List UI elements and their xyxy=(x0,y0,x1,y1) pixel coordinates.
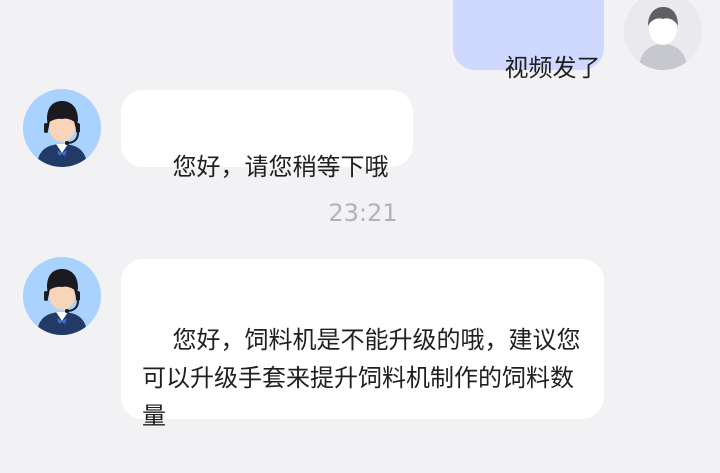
agent-avatar-icon[interactable] xyxy=(23,257,101,335)
message-text: 您好，请您稍等下哦 xyxy=(172,153,389,181)
message-timestamp: 23:21 xyxy=(328,199,398,227)
chat-area: 视频发了 您好，请您稍等下哦 23:21 您好，饲料机是不能升级的哦，建议您可以… xyxy=(0,0,720,430)
agent-message-bubble[interactable]: 您好，饲料机是不能升级的哦，建议您可以升级手套来提升饲料机制作的饲料数量 xyxy=(121,259,604,430)
user-message-bubble[interactable]: 视频发了 xyxy=(453,0,604,82)
message-text: 您好，饲料机是不能升级的哦，建议您可以升级手套来提升饲料机制作的饲料数量 xyxy=(142,326,581,430)
agent-message-bubble[interactable]: 您好，请您稍等下哦 xyxy=(121,90,413,181)
user-avatar-icon[interactable] xyxy=(624,0,702,70)
message-text: 视频发了 xyxy=(504,54,601,82)
agent-avatar-icon[interactable] xyxy=(23,89,101,167)
